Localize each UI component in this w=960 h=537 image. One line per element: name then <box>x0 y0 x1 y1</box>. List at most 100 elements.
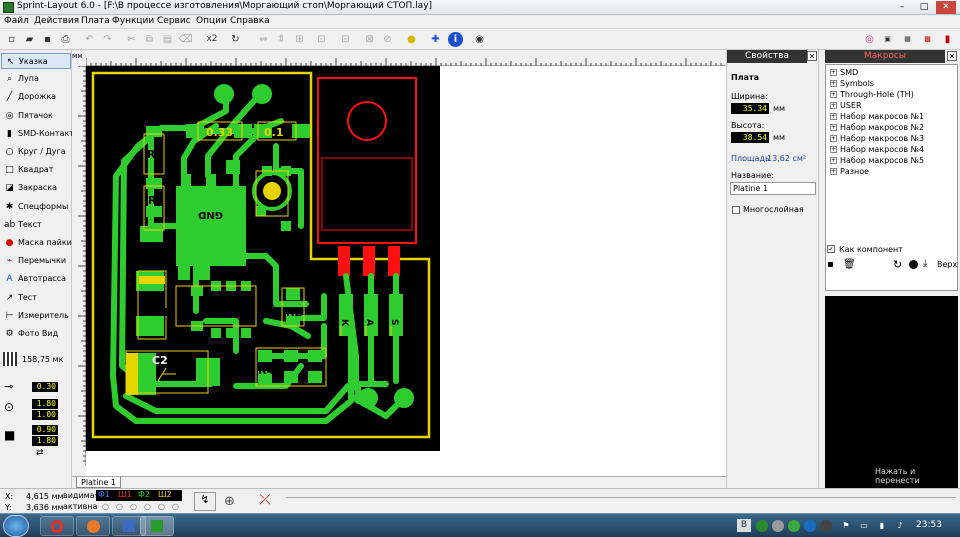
tool-10[interactable]: ● Маска пайки <box>1 235 72 251</box>
macro-item[interactable]: + SMD <box>830 68 858 78</box>
macro-item[interactable]: + USER <box>830 101 862 111</box>
layer-sh2[interactable]: Ш2 <box>158 490 172 499</box>
menu-options[interactable]: Опции <box>196 16 227 26</box>
lock-icon[interactable]: ⊠ <box>362 32 377 47</box>
tray-network-icon[interactable] <box>804 520 816 532</box>
export-icon[interactable]: ▣ <box>880 32 895 47</box>
tray-skype-icon[interactable] <box>772 520 784 532</box>
delete-icon[interactable]: ⌫ <box>178 32 193 47</box>
expand-icon[interactable]: + <box>830 168 837 175</box>
tool-12[interactable]: A Автотрасса <box>1 271 71 287</box>
taskbar-firefox[interactable] <box>76 516 110 536</box>
rotate-icon[interactable]: ↻ <box>228 32 243 47</box>
connections-icon[interactable]: ✚ <box>428 32 443 47</box>
macro-item[interactable]: + Набор макросов №3 <box>830 134 924 144</box>
tab-platine-1[interactable]: Platine 1 <box>76 477 121 488</box>
macro-item[interactable]: + Symbols <box>830 79 874 89</box>
swap-icon[interactable]: ⇄ <box>36 448 44 458</box>
menu-help[interactable]: Справка <box>230 16 270 26</box>
layer-switch-icon[interactable]: ↯ <box>194 492 216 511</box>
macro-preview[interactable]: Нажать и перенести <box>825 296 958 488</box>
tool-5[interactable]: ○ Круг / Дуга <box>1 144 71 160</box>
taskbar-opera[interactable] <box>40 516 74 536</box>
layer-f2[interactable]: Ф2 <box>138 490 150 499</box>
new-file-icon[interactable]: ▫ <box>4 32 19 47</box>
macro-tree[interactable]: + SMD + Symbols + Through-Hole (TH) + USER + Набо… <box>825 64 958 291</box>
tray-display-icon[interactable]: ▭ <box>858 520 870 532</box>
board-name-input[interactable]: Platine 1 <box>730 182 816 195</box>
macro-item[interactable]: + Разное <box>830 167 869 177</box>
layer-f1[interactable]: Ф1 <box>98 490 110 499</box>
tray-antivirus-icon[interactable] <box>788 520 800 532</box>
drc-icon[interactable]: ◉ <box>472 32 487 47</box>
record-icon[interactable] <box>909 260 918 269</box>
tool-6[interactable]: □ Квадрат <box>1 162 71 178</box>
expand-icon[interactable]: + <box>830 102 837 109</box>
as-component-checkbox[interactable]: ✓ <box>827 245 835 253</box>
tool-4[interactable]: ▮ SMD-Контакт <box>1 126 74 142</box>
info-icon[interactable]: i <box>448 32 463 47</box>
pad-outer-field[interactable]: 1.80 <box>32 399 58 409</box>
redo-icon[interactable]: ↷ <box>100 32 115 47</box>
refresh-icon[interactable]: ↻ <box>893 258 902 271</box>
macro-item[interactable]: + Набор макросов №5 <box>830 156 924 166</box>
macro-item[interactable]: + Набор макросов №1 <box>830 112 924 122</box>
pad-inner-field[interactable]: 1.00 <box>32 410 58 420</box>
expand-icon[interactable]: + <box>830 113 837 120</box>
open-folder-icon[interactable]: ▰ <box>22 32 37 47</box>
expand-icon[interactable]: + <box>830 157 837 164</box>
download-icon[interactable]: ⤓ <box>923 258 927 269</box>
tool-11[interactable]: ⌁ Перемычки <box>1 253 71 269</box>
ungroup-icon[interactable]: ⊟ <box>338 32 353 47</box>
macro-item[interactable]: + Набор макросов №4 <box>830 145 924 155</box>
menu-service[interactable]: Сервис <box>157 16 191 26</box>
print-icon[interactable]: ⎙ <box>58 32 73 47</box>
maximize-button[interactable]: □ <box>914 1 934 14</box>
cut-icon[interactable]: ✂ <box>124 32 139 47</box>
smd-width-field[interactable]: 0.90 <box>32 425 58 435</box>
gerber-icon[interactable]: ▩ <box>920 32 935 47</box>
work-area[interactable]: 0.33 0.1 R3 R1 GND R2 C1 C2 R4 К А S <box>86 66 726 476</box>
trash-icon[interactable]: 🗑 <box>843 259 856 270</box>
macros-close-button[interactable]: ✕ <box>947 51 957 61</box>
tool-9[interactable]: ab Текст <box>1 217 71 233</box>
smd-height-field[interactable]: 1.80 <box>32 436 58 446</box>
tray-network-bars-icon[interactable]: ▮ <box>876 520 888 532</box>
pad-view-icon[interactable]: ⊕ <box>224 494 235 509</box>
expand-icon[interactable]: + <box>830 135 837 142</box>
zoom-x2-button[interactable]: x2 <box>202 32 222 47</box>
tool-1[interactable]: ⌕ Лупа <box>1 71 71 87</box>
tool-13[interactable]: ↗ Тест <box>1 290 71 306</box>
expand-icon[interactable]: + <box>830 124 837 131</box>
pcb-board[interactable]: 0.33 0.1 R3 R1 GND R2 C1 C2 R4 К А S <box>86 66 440 451</box>
save-macro-icon[interactable]: ▪ <box>827 259 834 270</box>
tool-8[interactable]: ✱ Спецформы <box>1 199 71 215</box>
minimize-button[interactable]: – <box>892 1 912 14</box>
clock[interactable]: 23:53 <box>916 520 942 530</box>
macro-item[interactable]: + Набор макросов №2 <box>830 123 924 133</box>
tray-app-icon[interactable] <box>756 520 768 532</box>
tray-monitor-icon[interactable] <box>820 520 832 532</box>
no-connections-icon[interactable]: ⤫ <box>254 492 276 511</box>
expand-icon[interactable]: + <box>830 91 837 98</box>
tool-0[interactable]: ↖ Указка <box>1 53 71 69</box>
width-field[interactable]: 35.34 <box>731 103 769 114</box>
menu-file[interactable]: Файл <box>4 16 29 26</box>
menu-board[interactable]: Плата <box>81 16 110 26</box>
group-icon[interactable]: ⊡ <box>314 32 329 47</box>
start-button[interactable] <box>3 515 29 537</box>
zoom-icon[interactable]: ● <box>404 32 419 47</box>
expand-icon[interactable]: + <box>830 69 837 76</box>
undo-icon[interactable]: ↶ <box>82 32 97 47</box>
settings-icon[interactable]: ▦ <box>900 32 915 47</box>
expand-icon[interactable]: + <box>830 80 837 87</box>
tray-flag-icon[interactable]: ⚑ <box>840 520 852 532</box>
height-field[interactable]: 38.54 <box>731 132 769 143</box>
grid-icon[interactable] <box>3 352 17 366</box>
macro-item[interactable]: + Through-Hole (TH) <box>830 90 914 100</box>
tool-3[interactable]: ◎ Пятачок <box>1 108 71 124</box>
mirror-v-icon[interactable]: ⇕ <box>274 32 289 47</box>
tool-15[interactable]: ⚙ Фото Вид <box>1 326 71 342</box>
paste-icon[interactable]: ▤ <box>160 32 175 47</box>
battery-icon[interactable]: ▮ <box>940 32 955 47</box>
